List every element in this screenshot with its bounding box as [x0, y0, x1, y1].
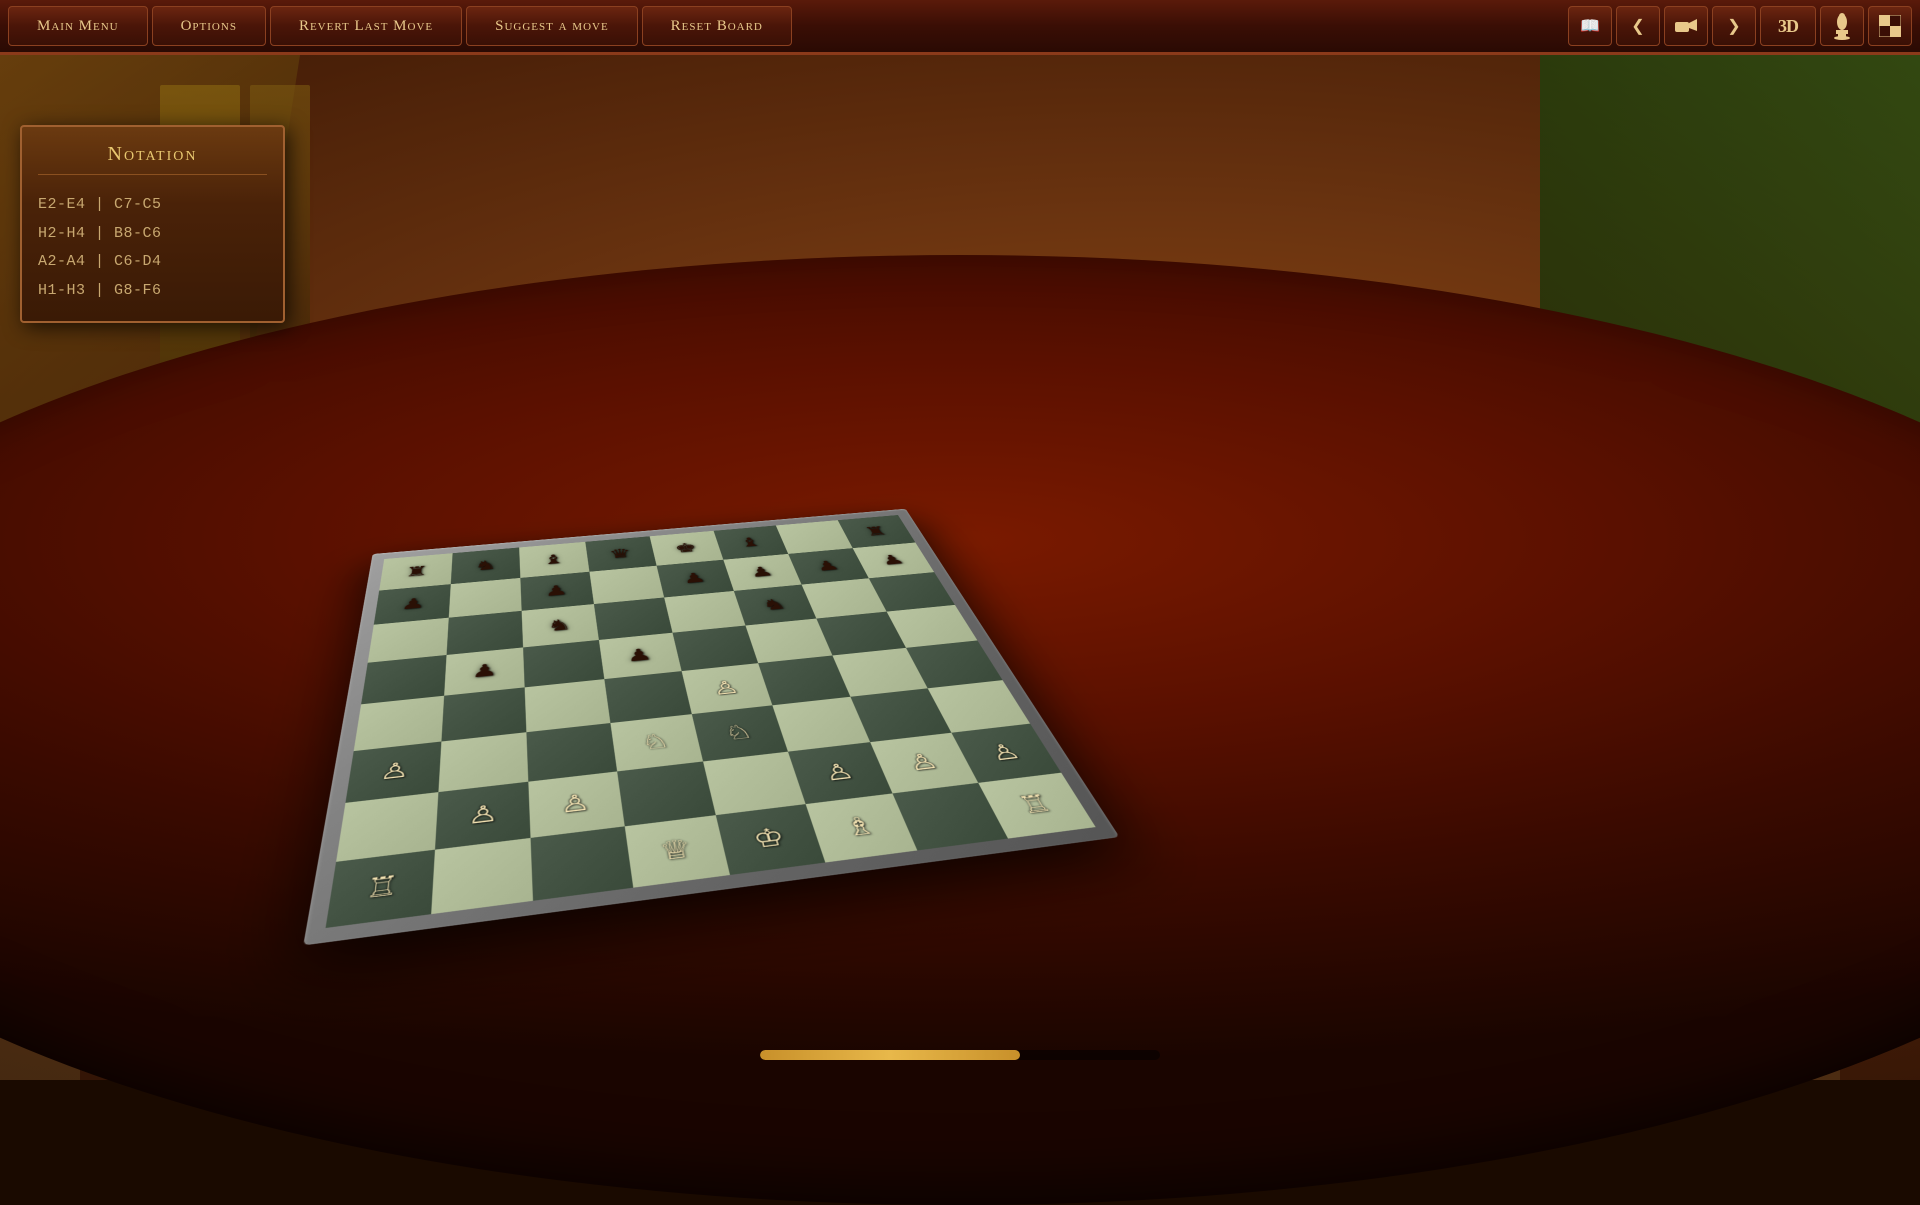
3d-button[interactable]: 3D: [1760, 6, 1816, 46]
book-icon-button[interactable]: 📖: [1568, 6, 1612, 46]
piece-wq-3-7: ♕: [624, 815, 730, 888]
progress-bar-fill: [760, 1050, 1020, 1060]
menu-bar: Main Menu Options Revert Last Move Sugge…: [0, 0, 1920, 55]
notation-panel: Notation E2-E4 | C7-C5 H2-H4 | B8-C6 A2-…: [20, 125, 285, 323]
suggest-button[interactable]: Suggest a move: [466, 6, 638, 46]
checkerboard-icon-button[interactable]: [1868, 6, 1912, 46]
next-button[interactable]: ❯: [1712, 6, 1756, 46]
notation-move-3: A2-A4 | C6-D4: [38, 248, 267, 277]
game-scene: ♜♞♝♛♚♝♜♟♟♟♟♟♟♞♞♟♟♙♙♘♘♙♙♙♙♙♖♕♔♗♖ Notation…: [0, 55, 1920, 1080]
piece-icon-button[interactable]: [1820, 6, 1864, 46]
options-button[interactable]: Options: [152, 6, 266, 46]
notation-move-1: E2-E4 | C7-C5: [38, 191, 267, 220]
notation-title: Notation: [38, 143, 267, 175]
reset-button[interactable]: Reset Board: [642, 6, 792, 46]
prev-button[interactable]: ❮: [1616, 6, 1660, 46]
revert-button[interactable]: Revert Last Move: [270, 6, 462, 46]
progress-bar: [760, 1050, 1160, 1060]
camera-icon-button[interactable]: [1664, 6, 1708, 46]
cell-B1[interactable]: [431, 838, 533, 915]
cell-D1[interactable]: ♕: [624, 815, 730, 888]
notation-move-2: H2-H4 | B8-C6: [38, 220, 267, 249]
main-menu-button[interactable]: Main Menu: [8, 6, 148, 46]
cell-C1[interactable]: [531, 826, 633, 901]
notation-move-4: H1-H3 | G8-F6: [38, 277, 267, 306]
